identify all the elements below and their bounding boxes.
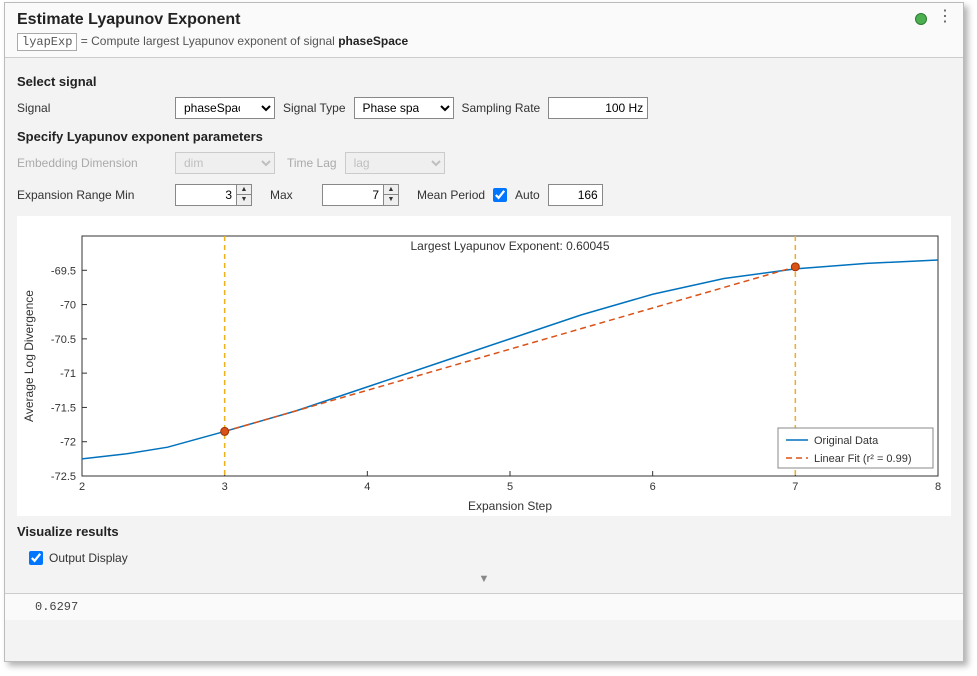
more-menu-icon[interactable]: ⋮ [937,9,953,25]
body: Select signal Signal phaseSpace Signal T… [5,58,963,593]
svg-text:Average Log Divergence: Average Log Divergence [22,290,36,422]
embed-dim-label: Embedding Dimension [17,156,167,170]
svg-text:-70.5: -70.5 [51,334,76,346]
svg-text:-70: -70 [60,300,76,312]
svg-text:7: 7 [792,481,798,493]
embed-row: Embedding Dimension dim Time Lag lag [17,152,951,174]
lyapunov-chart: 2 3 4 5 6 7 8 -72.5 -72 -71.5 -71 -70.5 -70 -69.5 Larg… [17,216,953,516]
svg-text:-72: -72 [60,437,76,449]
status-indicator-icon [915,13,927,25]
section-params: Specify Lyapunov exponent parameters [17,129,951,144]
result-value: 0.6297 [35,600,78,614]
page-title: Estimate Lyapunov Exponent [17,11,951,29]
sampling-rate-label: Sampling Rate [462,101,541,115]
output-display-label: Output Display [49,551,128,565]
desc-text: Compute largest Lyapunov exponent of sig… [91,34,338,48]
range-row: Expansion Range Min ▲▼ Max ▲▼ Mean Perio… [17,184,951,206]
signal-type-select[interactable]: Phase space [354,97,454,119]
auto-checkbox[interactable] [493,188,507,202]
description-line: lyapExp = Compute largest Lyapunov expon… [17,33,951,51]
section-visualize: Visualize results [17,524,951,539]
signal-row: Signal phaseSpace Signal Type Phase spac… [17,97,951,119]
auto-label: Auto [515,188,540,202]
spin-down-icon[interactable]: ▼ [384,195,398,205]
svg-text:-71.5: -71.5 [51,402,76,414]
svg-text:Largest Lyapunov Exponent: 0.6: Largest Lyapunov Exponent: 0.60045 [410,239,609,253]
svg-text:Expansion Step: Expansion Step [468,499,552,513]
section-select-signal: Select signal [17,74,951,89]
svg-text:-72.5: -72.5 [51,471,76,483]
svg-text:4: 4 [364,481,370,493]
time-lag-select: lag [345,152,445,174]
range-max-input[interactable] [323,185,383,205]
embed-dim-select: dim [175,152,275,174]
range-max-spinner[interactable]: ▲▼ [322,184,399,206]
svg-text:3: 3 [222,481,228,493]
spin-down-icon[interactable]: ▼ [237,195,251,205]
equals-sign: = [81,34,88,48]
result-output: 0.6297 [5,593,963,620]
output-display-checkbox[interactable] [29,551,43,565]
task-panel: Estimate Lyapunov Exponent ⋮ lyapExp = C… [4,2,964,662]
time-lag-label: Time Lag [287,156,337,170]
desc-signal: phaseSpace [338,34,408,48]
output-var-code: lyapExp [17,33,77,51]
svg-text:Original Data: Original Data [814,435,879,447]
header: Estimate Lyapunov Exponent ⋮ lyapExp = C… [5,3,963,58]
spin-up-icon[interactable]: ▲ [384,185,398,195]
svg-text:5: 5 [507,481,513,493]
signal-select[interactable]: phaseSpace [175,97,275,119]
spin-up-icon[interactable]: ▲ [237,185,251,195]
mean-period-input[interactable] [548,184,603,206]
range-min-spinner[interactable]: ▲▼ [175,184,252,206]
collapse-toggle-icon[interactable]: ▼ [17,569,951,589]
output-display-row: Output Display [17,547,951,569]
svg-text:2: 2 [79,481,85,493]
range-max-label: Max [270,188,314,202]
signal-type-label: Signal Type [283,101,346,115]
chart-area: 2 3 4 5 6 7 8 -72.5 -72 -71.5 -71 -70.5 -70 -69.5 Larg… [17,216,951,516]
svg-text:-69.5: -69.5 [51,265,76,277]
mean-period-label: Mean Period [417,188,485,202]
signal-label: Signal [17,101,167,115]
svg-text:8: 8 [935,481,941,493]
svg-text:6: 6 [650,481,656,493]
sampling-rate-input[interactable] [548,97,648,119]
svg-text:Linear Fit (r² = 0.99): Linear Fit (r² = 0.99) [814,453,912,465]
svg-text:-71: -71 [60,368,76,380]
range-min-label: Expansion Range Min [17,188,167,202]
range-min-input[interactable] [176,185,236,205]
